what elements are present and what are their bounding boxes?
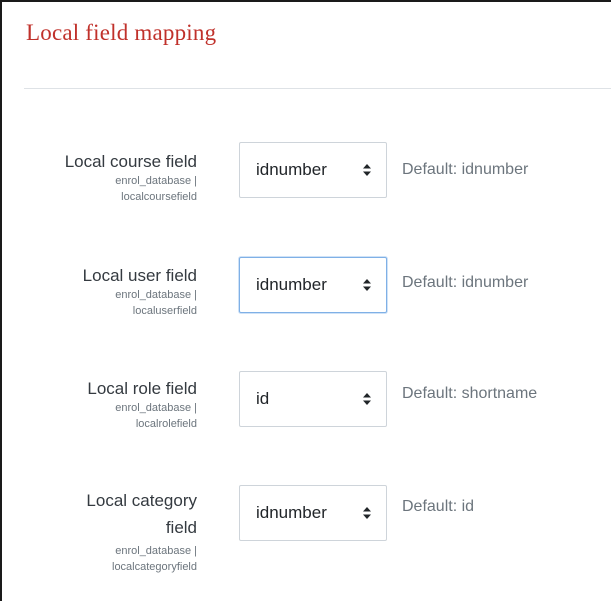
default-hint: Default: idnumber — [402, 274, 529, 291]
setting-label-text: Local course field — [64, 152, 197, 171]
setting-label-text: Local role field — [87, 379, 197, 398]
sort-caret-icon — [363, 164, 371, 176]
setting-label-text-line2: field — [165, 518, 197, 537]
default-hint: Default: idnumber — [402, 161, 529, 178]
select-value: idnumber — [256, 275, 327, 294]
section-divider — [24, 88, 611, 89]
select-value: idnumber — [256, 503, 327, 522]
localrolefield-select[interactable]: id — [239, 371, 387, 427]
section-title: Local field mapping — [26, 20, 217, 45]
setting-name-line1: enrol_database | — [115, 402, 197, 414]
setting-name-line2: localrolefield — [135, 418, 197, 430]
localuserfield-select[interactable]: idnumber — [239, 257, 387, 313]
setting-label-localcategoryfield: Local category field enrol_database | lo… — [86, 489, 197, 575]
setting-label-text-line1: Local category — [86, 491, 197, 510]
default-hint: Default: id — [402, 498, 475, 515]
setting-label-localcoursefield: Local course field enrol_database | loca… — [65, 150, 197, 205]
setting-name-line1: enrol_database | — [115, 175, 197, 187]
setting-name-line2: localuserfield — [132, 305, 197, 317]
settings-panel: Local field mapping Local course field e… — [0, 0, 611, 601]
setting-name-line1: enrol_database | — [115, 289, 197, 301]
localcoursefield-select[interactable]: idnumber — [239, 142, 387, 198]
localcategoryfield-select[interactable]: idnumber — [239, 485, 387, 541]
select-value: id — [256, 389, 270, 408]
sort-caret-icon — [363, 507, 371, 519]
default-hint: Default: shortname — [402, 385, 538, 402]
setting-label-localrolefield: Local role field enrol_database | localr… — [87, 377, 197, 432]
setting-name-line1: enrol_database | — [115, 545, 197, 557]
sort-caret-icon — [363, 279, 371, 291]
setting-label-text: Local user field — [82, 266, 197, 285]
select-value: idnumber — [256, 160, 327, 179]
setting-label-localuserfield: Local user field enrol_database | localu… — [83, 264, 197, 319]
setting-name-line2: localcategoryfield — [112, 561, 197, 573]
setting-name-line2: localcoursefield — [121, 191, 197, 203]
sort-caret-icon — [363, 393, 371, 405]
